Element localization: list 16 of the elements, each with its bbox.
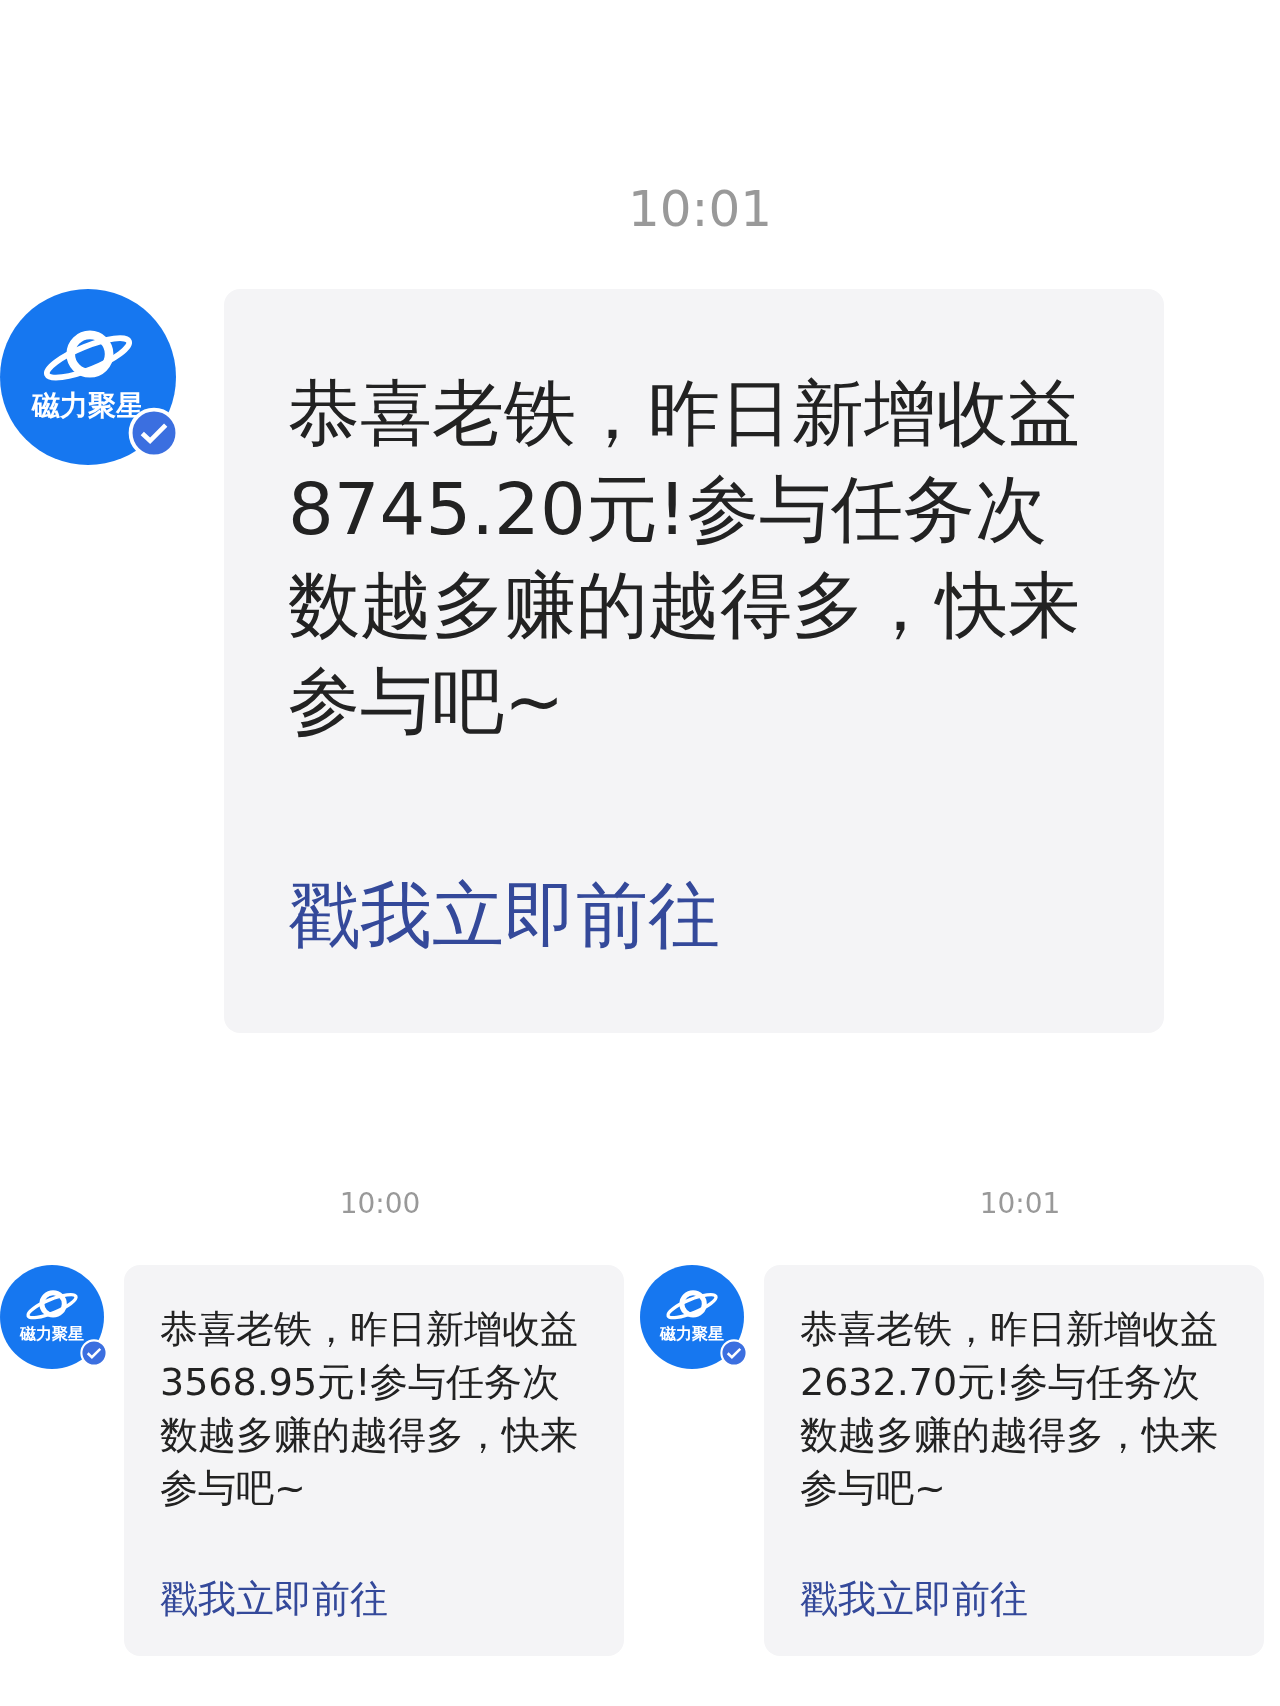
go-now-link[interactable]: 戳我立即前往 xyxy=(800,1571,1228,1628)
go-now-link[interactable]: 戳我立即前往 xyxy=(288,861,1100,969)
timestamp: 10:01 xyxy=(627,179,773,240)
message-text: 恭喜老铁，昨日新增收益 3568.95元!参与任务次 数越多赚的越得多，快来 参与吧~ xyxy=(160,1306,579,1512)
avatar-label: 磁力聚星 xyxy=(660,1323,724,1345)
planet-icon xyxy=(664,1288,720,1322)
message-text: 恭喜老铁，昨日新增收益 8745.20元!参与任务次 数越多赚的越得多，快来 参与吧~ xyxy=(288,370,1081,745)
planet-icon xyxy=(24,1288,80,1322)
timestamp: 10:00 xyxy=(339,1186,421,1222)
go-now-link[interactable]: 戳我立即前往 xyxy=(160,1571,588,1628)
timestamp: 10:01 xyxy=(979,1186,1061,1222)
avatar-label: 磁力聚星 xyxy=(32,388,144,424)
verified-badge-icon xyxy=(80,1339,108,1367)
verified-badge-icon xyxy=(720,1339,748,1367)
avatar-label: 磁力聚星 xyxy=(20,1323,84,1345)
message-text: 恭喜老铁，昨日新增收益 2632.70元!参与任务次 数越多赚的越得多，快来 参与吧~ xyxy=(800,1306,1219,1512)
